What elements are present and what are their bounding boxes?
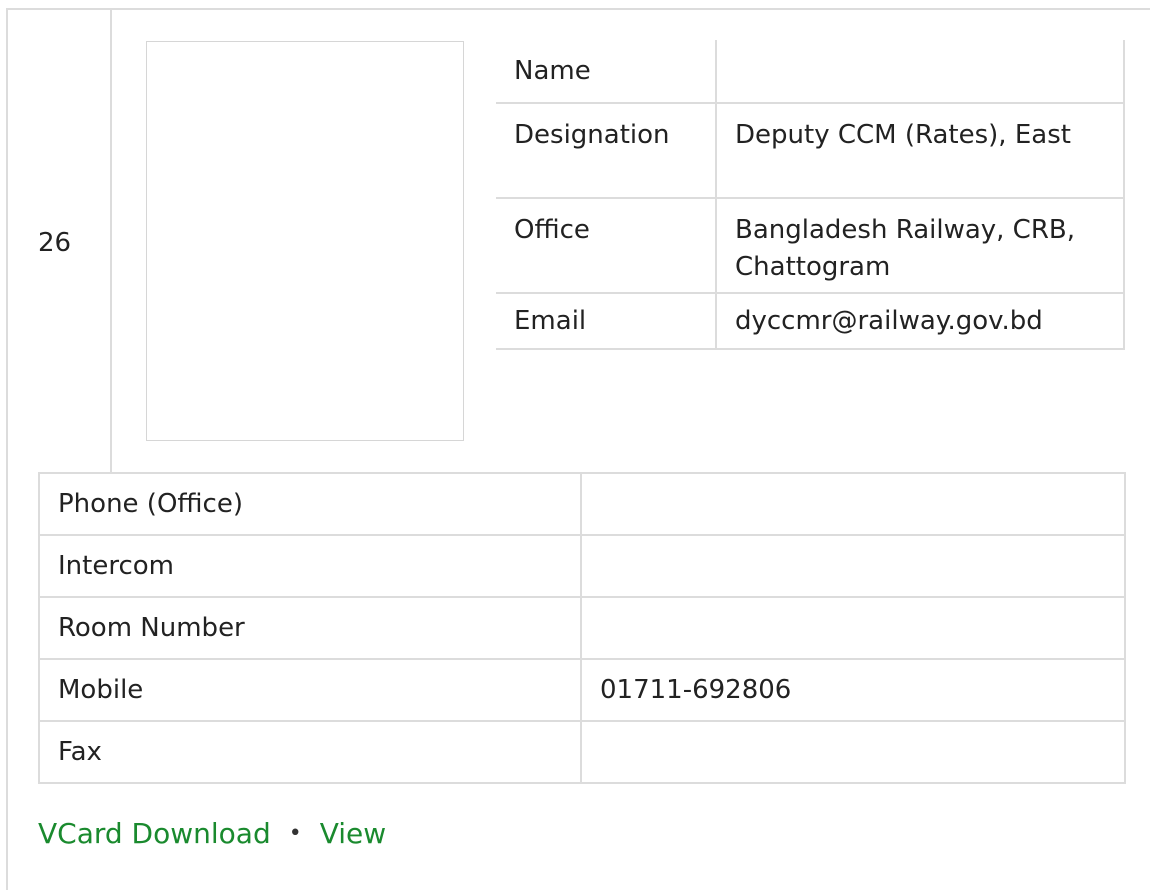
mobile-value: 01711-692806 — [580, 658, 1126, 722]
office-value: Bangladesh Railway, CRB, Chattogram — [715, 197, 1125, 294]
info-row-name: Name — [496, 40, 1125, 104]
designation-value: Deputy CCM (Rates), East — [715, 102, 1125, 199]
vcard-download-link[interactable]: VCard Download — [38, 817, 271, 850]
intercom-value — [580, 534, 1126, 598]
serial-column-divider — [110, 8, 112, 474]
link-separator: • — [288, 821, 302, 846]
info-row-designation: Designation Deputy CCM (Rates), East — [496, 102, 1125, 199]
office-label: Office — [496, 197, 717, 294]
info-row-email: Email dyccmr@railway.gov.bd — [496, 292, 1125, 350]
name-label: Name — [496, 40, 717, 104]
mobile-label: Mobile — [38, 658, 582, 722]
room-number-value — [580, 596, 1126, 660]
room-number-label: Room Number — [38, 596, 582, 660]
phone-office-label: Phone (Office) — [38, 472, 582, 536]
fax-value — [580, 720, 1126, 784]
contact-table: Phone (Office) Intercom Room Number Mobi… — [38, 472, 1126, 784]
email-label: Email — [496, 292, 717, 350]
contact-row-room: Room Number — [38, 596, 1126, 660]
officer-info-table: Name Designation Deputy CCM (Rates), Eas… — [496, 40, 1125, 350]
intercom-label: Intercom — [38, 534, 582, 598]
name-value — [715, 40, 1125, 104]
contact-row-phone: Phone (Office) — [38, 472, 1126, 536]
contact-row-intercom: Intercom — [38, 534, 1126, 598]
officer-entry: 26 Name Designation Deputy CCM (Rates), … — [0, 0, 1150, 890]
info-row-office: Office Bangladesh Railway, CRB, Chattogr… — [496, 197, 1125, 294]
designation-label: Designation — [496, 102, 717, 199]
contact-row-fax: Fax — [38, 720, 1126, 784]
entry-links: VCard Download • View — [38, 814, 386, 854]
serial-number: 26 — [38, 228, 72, 258]
phone-office-value — [580, 472, 1126, 536]
contact-row-mobile: Mobile 01711-692806 — [38, 658, 1126, 722]
email-value: dyccmr@railway.gov.bd — [715, 292, 1125, 350]
officer-photo — [146, 41, 464, 441]
view-link[interactable]: View — [320, 817, 386, 850]
fax-label: Fax — [38, 720, 582, 784]
